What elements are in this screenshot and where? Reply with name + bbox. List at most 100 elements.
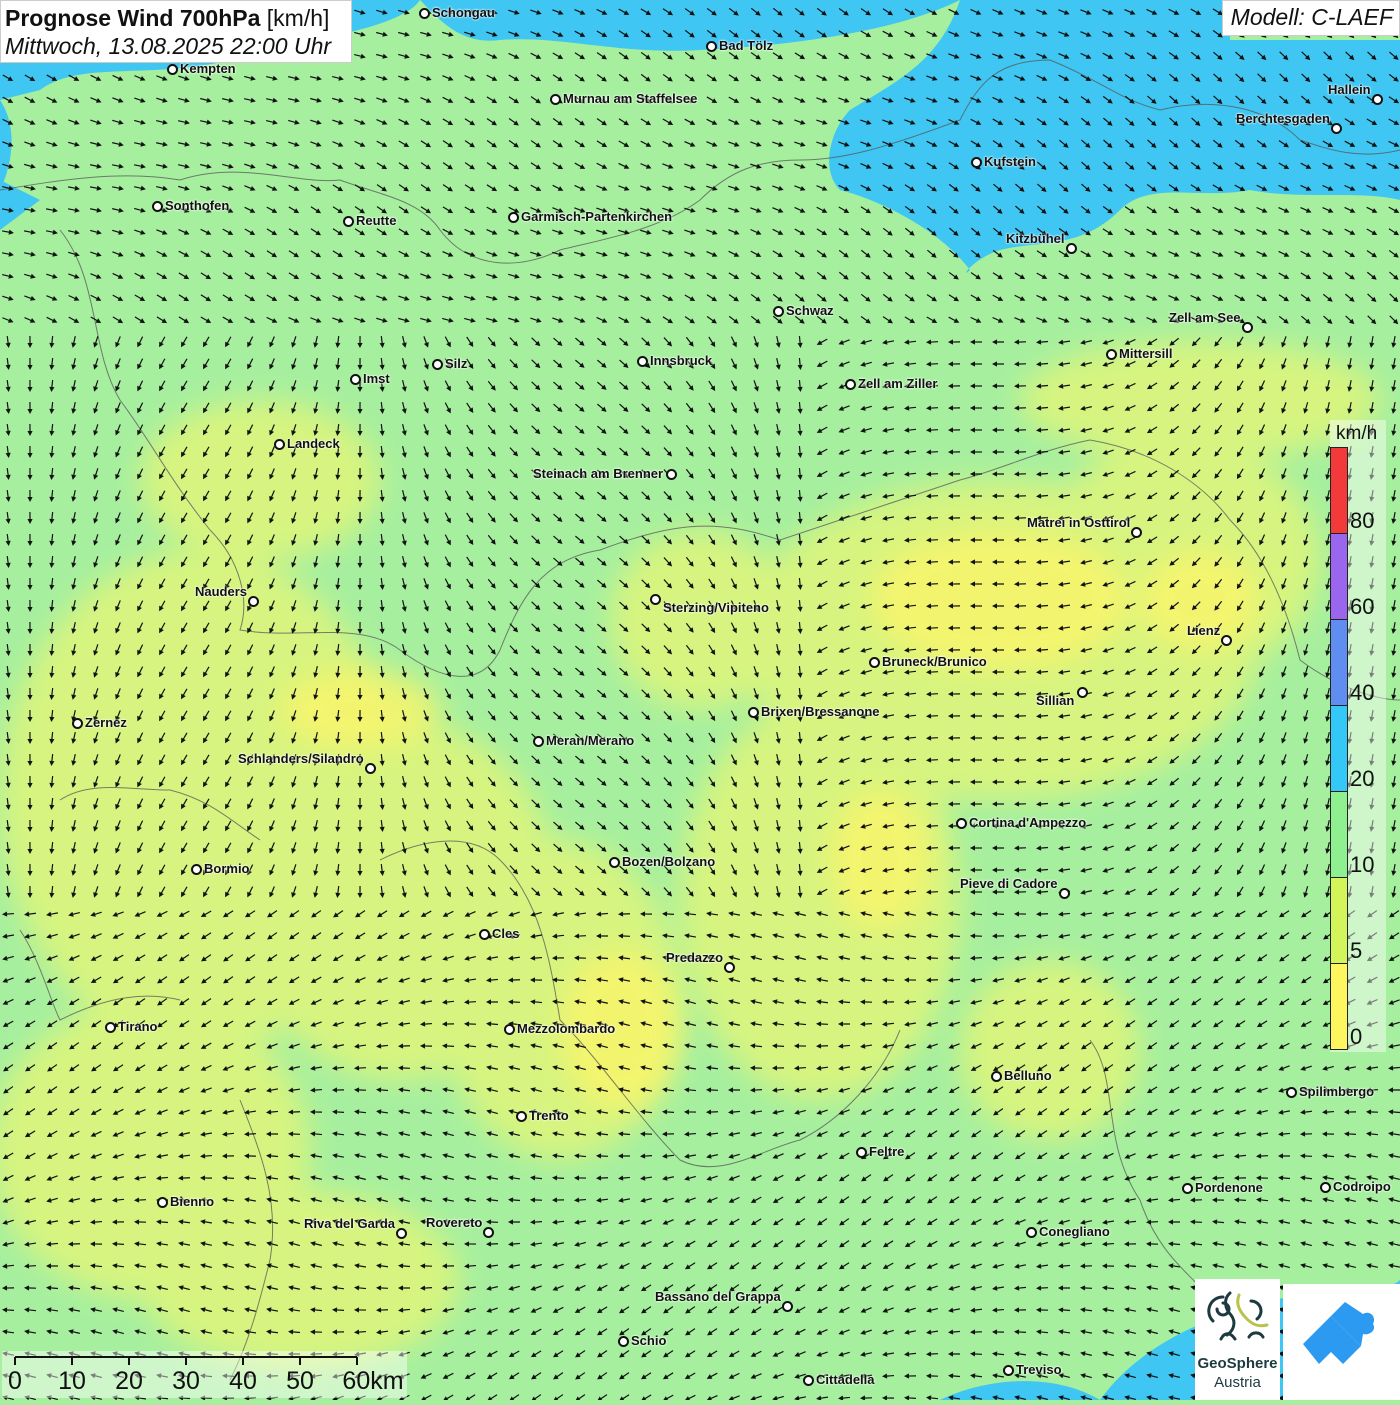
- legend-color-bin: [1330, 447, 1348, 534]
- city-label: Mezzolombardo: [517, 1021, 615, 1036]
- city-label: Schongau: [432, 5, 495, 20]
- city-marker-icon: [773, 306, 784, 317]
- city-marker-icon: [1320, 1182, 1331, 1193]
- scale-label: 50: [286, 1367, 314, 1396]
- city-label: Steinach am Brenner: [533, 466, 663, 481]
- city-label: Pieve di Cadore: [960, 876, 1058, 891]
- map-title-unit: [km/h]: [267, 5, 330, 31]
- city-marker-icon: [1286, 1087, 1297, 1098]
- city-label: Landeck: [287, 436, 340, 451]
- city-marker-icon: [650, 594, 661, 605]
- city-label: Imst: [363, 371, 390, 386]
- geosphere-country: Austria: [1195, 1374, 1280, 1391]
- model-label: Modell: C-LAEF: [1222, 0, 1400, 36]
- city-marker-icon: [508, 212, 519, 223]
- legend-label: 60: [1350, 594, 1374, 620]
- city-label: Schwaz: [786, 303, 834, 318]
- city-marker-icon: [1131, 527, 1142, 538]
- city-marker-icon: [516, 1111, 527, 1122]
- city-label: Meran/Merano: [546, 733, 634, 748]
- city-label: Treviso: [1016, 1362, 1062, 1377]
- city-label: Kitzbühel: [1006, 231, 1065, 246]
- partner-logo: [1283, 1284, 1400, 1400]
- city-label: Belluno: [1004, 1068, 1052, 1083]
- city-marker-icon: [152, 201, 163, 212]
- city-marker-icon: [1331, 123, 1342, 134]
- city-marker-icon: [479, 929, 490, 940]
- legend-label: 20: [1350, 766, 1374, 792]
- city-marker-icon: [1059, 888, 1070, 899]
- city-label: Feltre: [869, 1144, 904, 1159]
- city-marker-icon: [1026, 1227, 1037, 1238]
- city-label: Reutte: [356, 213, 396, 228]
- city-marker-icon: [869, 657, 880, 668]
- city-label: Codroipo: [1333, 1179, 1391, 1194]
- city-label: Bad Tölz: [719, 38, 773, 53]
- geosphere-name: GeoSphere: [1195, 1355, 1280, 1372]
- city-label: Berchtesgaden: [1236, 111, 1330, 126]
- city-marker-icon: [724, 962, 735, 973]
- city-label: Innsbruck: [650, 353, 712, 368]
- city-label: Garmisch-Partenkirchen: [521, 209, 672, 224]
- city-marker-icon: [248, 596, 259, 607]
- city-label: Tirano: [118, 1019, 158, 1034]
- map-title: Prognose Wind 700hPa: [5, 5, 260, 31]
- city-marker-icon: [550, 94, 561, 105]
- city-marker-icon: [533, 736, 544, 747]
- city-label: Predazzo: [666, 950, 723, 965]
- scale-label: 30: [172, 1367, 200, 1396]
- city-label: Bozen/Bolzano: [622, 854, 715, 869]
- city-label: Kufstein: [984, 154, 1036, 169]
- scale-label: 60km: [342, 1367, 403, 1396]
- city-label: Cles: [492, 926, 519, 941]
- legend-label: 5: [1350, 938, 1362, 964]
- city-label: Bruneck/Brunico: [882, 654, 987, 669]
- city-marker-icon: [105, 1022, 116, 1033]
- city-label: Sillian: [1036, 693, 1074, 708]
- mountain-cloud-logo-icon: [1283, 1284, 1400, 1400]
- city-label: Murnau am Staffelsee: [563, 91, 697, 106]
- city-marker-icon: [782, 1301, 793, 1312]
- city-label: Brixen/Bressanone: [761, 704, 880, 719]
- city-marker-icon: [157, 1197, 168, 1208]
- city-label: Schio: [631, 1333, 666, 1348]
- legend-color-bin: [1330, 619, 1348, 706]
- city-marker-icon: [991, 1071, 1002, 1082]
- city-label: Pordenone: [1195, 1180, 1263, 1195]
- city-marker-icon: [274, 439, 285, 450]
- city-label: Sonthofen: [165, 198, 229, 213]
- forecast-datetime: Mittwoch, 13.08.2025 22:00 Uhr: [5, 32, 347, 60]
- city-label: Hallein: [1328, 82, 1371, 97]
- city-marker-icon: [803, 1375, 814, 1386]
- city-marker-icon: [666, 469, 677, 480]
- city-marker-icon: [1182, 1183, 1193, 1194]
- city-label: Riva del Garda: [304, 1216, 395, 1231]
- scale-label: 20: [115, 1367, 143, 1396]
- city-label: Lienz: [1187, 623, 1220, 638]
- city-marker-icon: [1077, 687, 1088, 698]
- city-marker-icon: [637, 356, 648, 367]
- city-label: Cittadella: [816, 1372, 875, 1387]
- city-marker-icon: [956, 818, 967, 829]
- city-marker-icon: [1106, 349, 1117, 360]
- city-marker-icon: [167, 64, 178, 75]
- city-label: Spilimbergo: [1299, 1084, 1374, 1099]
- geosphere-emblem-icon: [1195, 1279, 1280, 1355]
- title-panel: Prognose Wind 700hPa [km/h] Mittwoch, 13…: [0, 0, 352, 63]
- city-label: Schlanders/Silandro: [238, 751, 364, 766]
- city-label: Mittersill: [1119, 346, 1172, 361]
- city-marker-icon: [1372, 94, 1383, 105]
- city-label: Zernez: [85, 715, 127, 730]
- city-marker-icon: [419, 8, 430, 19]
- city-marker-icon: [856, 1147, 867, 1158]
- city-label: Zell am Ziller: [858, 376, 937, 391]
- city-label: Zell am See: [1169, 310, 1241, 325]
- city-marker-icon: [504, 1024, 515, 1035]
- city-label: Rovereto: [426, 1215, 482, 1230]
- legend-color-bin: [1330, 791, 1348, 878]
- city-label: Kempten: [180, 61, 236, 76]
- legend-color-bin: [1330, 877, 1348, 964]
- scale-label: 40: [229, 1367, 257, 1396]
- city-marker-icon: [432, 359, 443, 370]
- city-marker-icon: [706, 41, 717, 52]
